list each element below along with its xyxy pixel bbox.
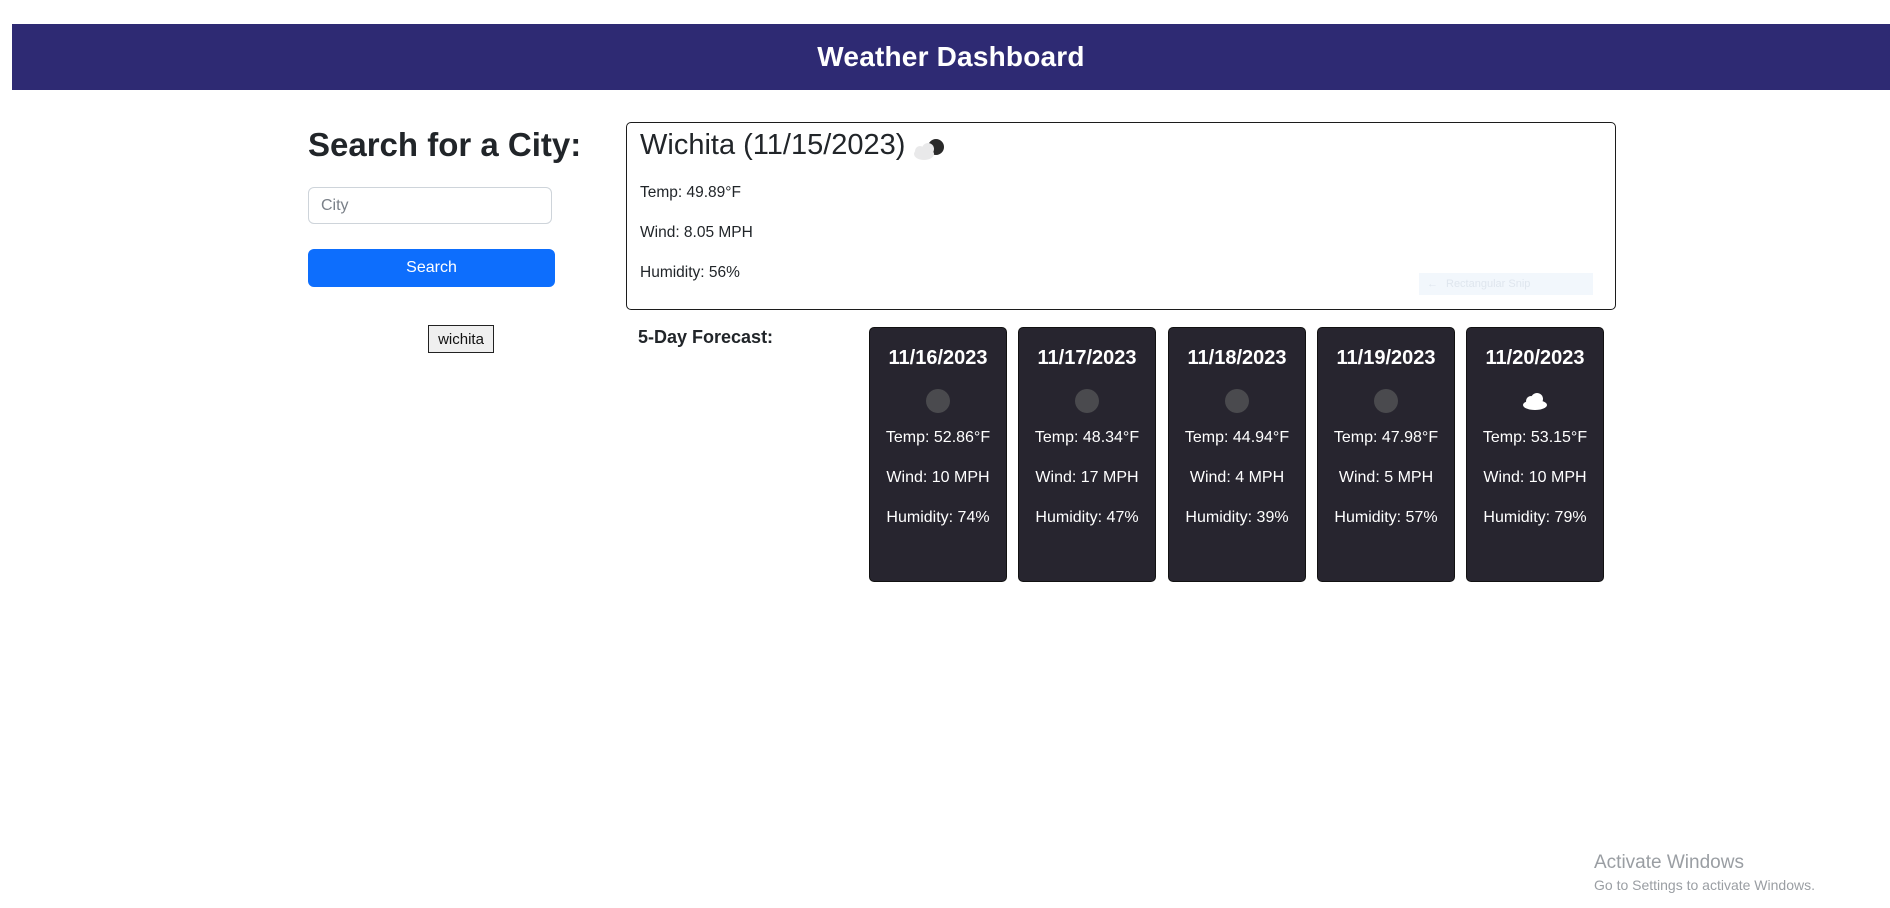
current-city-date: Wichita (11/15/2023) [640, 129, 906, 161]
dark-circle-icon [1075, 389, 1099, 413]
activate-windows-watermark: Activate Windows Go to Settings to activ… [1594, 852, 1815, 893]
city-search-input[interactable] [308, 187, 552, 224]
forecast-card: 11/20/2023 Temp: 53.15°F Wind: 10 MPH Hu… [1466, 327, 1604, 582]
current-weather-card: Wichita (11/15/2023) Temp: 49.89°F Wind:… [626, 122, 1616, 310]
forecast-card: 11/16/2023 Temp: 52.86°F Wind: 10 MPH Hu… [869, 327, 1007, 582]
forecast-date: 11/16/2023 [888, 347, 988, 369]
forecast-wind: Wind: 17 MPH [1035, 469, 1139, 486]
dark-circle-icon [1374, 389, 1398, 413]
forecast-date: 11/18/2023 [1187, 347, 1287, 369]
forecast-heading: 5-Day Forecast: [638, 327, 774, 347]
dark-circle-icon [1225, 389, 1249, 413]
forecast-temp: Temp: 44.94°F [1184, 429, 1290, 446]
search-button[interactable]: Search [308, 249, 555, 287]
forecast-wind: Wind: 10 MPH [1483, 469, 1587, 486]
arrow-left-icon: ← [1427, 278, 1438, 290]
app-header: Weather Dashboard [12, 24, 1890, 90]
forecast-humidity: Humidity: 74% [886, 509, 990, 526]
forecast-humidity: Humidity: 47% [1035, 509, 1139, 526]
forecast-date: 11/20/2023 [1485, 347, 1585, 369]
forecast-date: 11/19/2023 [1336, 347, 1436, 369]
forecast-card: 11/19/2023 Temp: 47.98°F Wind: 5 MPH Hum… [1317, 327, 1455, 582]
current-humidity: Humidity: 56% [640, 264, 740, 281]
forecast-wind: Wind: 10 MPH [886, 469, 990, 486]
partly-cloudy-icon [914, 139, 944, 160]
dark-circle-icon [926, 389, 950, 413]
forecast-date: 11/17/2023 [1037, 347, 1137, 369]
forecast-temp: Temp: 52.86°F [885, 429, 991, 446]
watermark-title: Activate Windows [1594, 852, 1744, 873]
forecast-wind: Wind: 4 MPH [1189, 469, 1285, 486]
snip-tool-overlay: ← Rectangular Snip [1419, 273, 1593, 295]
current-temp: Temp: 49.89°F [640, 184, 741, 201]
forecast-wind: Wind: 5 MPH [1338, 469, 1434, 486]
forecast-card: 11/17/2023 Temp: 48.34°F Wind: 17 MPH Hu… [1018, 327, 1156, 582]
cloud-icon [1523, 393, 1547, 410]
snip-label: Rectangular Snip [1446, 278, 1531, 290]
watermark-subtitle: Go to Settings to activate Windows. [1594, 877, 1815, 893]
forecast-temp: Temp: 53.15°F [1482, 429, 1588, 446]
forecast-temp: Temp: 48.34°F [1034, 429, 1140, 446]
current-wind: Wind: 8.05 MPH [640, 224, 753, 241]
forecast-humidity: Humidity: 79% [1483, 509, 1587, 526]
forecast-card: 11/18/2023 Temp: 44.94°F Wind: 4 MPH Hum… [1168, 327, 1306, 582]
page-title: Weather Dashboard [817, 41, 1085, 72]
forecast-humidity: Humidity: 39% [1185, 509, 1289, 526]
forecast-temp: Temp: 47.98°F [1333, 429, 1439, 446]
search-heading: Search for a City: [308, 126, 582, 163]
forecast-humidity: Humidity: 57% [1334, 509, 1438, 526]
history-button-wichita[interactable]: wichita [428, 325, 494, 353]
